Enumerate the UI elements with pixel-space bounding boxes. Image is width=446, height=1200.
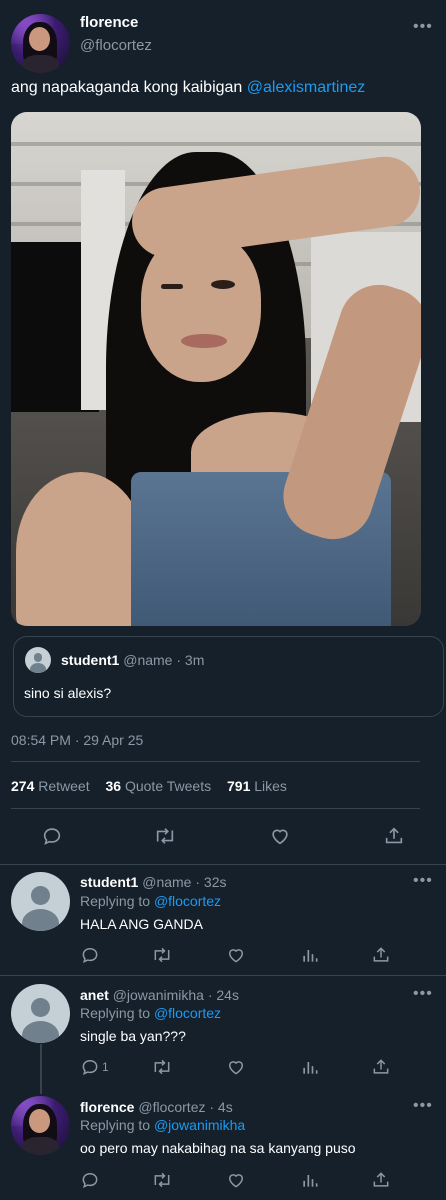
reply-text: HALA ANG GANDA (80, 916, 203, 932)
replying-mention[interactable]: @flocortez (154, 893, 221, 909)
reply-handle[interactable]: @flocortez (138, 1099, 205, 1115)
quoted-tweet[interactable]: student1 @name · 3m sino si alexis? (13, 636, 444, 717)
share-button[interactable] (371, 1170, 391, 1190)
retweet-button[interactable] (153, 825, 177, 847)
reply-button[interactable]: 1 (80, 1057, 109, 1077)
reply-time: · 32s (195, 874, 227, 890)
share-icon (373, 947, 389, 962)
author-handle[interactable]: @flocortez (80, 37, 152, 54)
reply-time: · 4s (209, 1099, 233, 1115)
analytics-button[interactable] (300, 1170, 320, 1190)
retweet-icon (156, 828, 174, 844)
likes-label: Likes (254, 778, 287, 794)
reply-button[interactable] (80, 945, 102, 965)
replying-prefix: Replying to (80, 893, 154, 909)
retweets-label: Retweet (38, 778, 90, 794)
tweet-photo[interactable] (11, 112, 421, 626)
replying-to: Replying to @flocortez (80, 1005, 221, 1021)
share-button[interactable] (371, 945, 391, 965)
reply-text: oo pero may nakabihag na sa kanyang puso (80, 1140, 356, 1156)
reply-time: · 24s (207, 987, 239, 1003)
quoted-avatar (25, 647, 51, 673)
reply-avatar[interactable] (11, 1096, 70, 1155)
quoted-handle: @name (123, 652, 173, 668)
replying-mention[interactable]: @jowanimikha (154, 1117, 245, 1133)
reply-count: 1 (102, 1060, 109, 1074)
reply-button[interactable] (41, 825, 63, 847)
like-icon (228, 1061, 244, 1075)
tweet-stats: 274 Retweet 36 Quote Tweets 791 Likes (11, 778, 287, 794)
reply-handle[interactable]: @jowanimikha (113, 987, 204, 1003)
replying-prefix: Replying to (80, 1005, 154, 1021)
more-horizontal-icon[interactable]: ••• (413, 1097, 433, 1115)
quotes-count: 36 (105, 778, 122, 794)
reply-display-name[interactable]: student1 (80, 874, 138, 890)
like-icon (228, 1174, 244, 1188)
retweet-button[interactable] (151, 1057, 173, 1077)
retweet-button[interactable] (151, 945, 173, 965)
reply-header: florence @flocortez · 4s (80, 1099, 233, 1115)
tweet-text-body: ang napakaganda kong kaibigan (11, 79, 247, 96)
reply-icon (82, 947, 98, 964)
analytics-button[interactable] (300, 1057, 320, 1077)
share-button[interactable] (371, 1057, 391, 1077)
like-button[interactable] (269, 825, 291, 847)
reply-text: single ba yan??? (80, 1028, 186, 1044)
analytics-button[interactable] (300, 945, 320, 965)
mention-link[interactable]: @alexismartinez (247, 79, 366, 96)
reply-avatar[interactable] (11, 984, 70, 1043)
reply-button[interactable] (80, 1170, 102, 1190)
quotes-stat[interactable]: 36 Quote Tweets (106, 778, 216, 794)
reply-handle[interactable]: @name (142, 874, 191, 890)
thread-connector (40, 1044, 42, 1094)
like-button[interactable] (226, 945, 246, 965)
like-icon (272, 829, 288, 845)
replying-to: Replying to @jowanimikha (80, 1117, 245, 1133)
like-icon (228, 949, 244, 963)
author-avatar[interactable] (11, 14, 70, 73)
analytics-icon (303, 1062, 318, 1074)
replying-prefix: Replying to (80, 1117, 154, 1133)
retweet-button[interactable] (151, 1170, 173, 1190)
retweet-icon (154, 1172, 170, 1188)
author-display-name[interactable]: florence (80, 14, 138, 31)
like-button[interactable] (226, 1170, 246, 1190)
replying-to: Replying to @flocortez (80, 893, 221, 909)
share-icon (373, 1172, 389, 1187)
analytics-icon (303, 950, 318, 962)
reply-avatar[interactable] (11, 872, 70, 931)
likes-stat[interactable]: 791 Likes (227, 778, 287, 794)
reply-icon (82, 1059, 98, 1076)
like-button[interactable] (226, 1057, 246, 1077)
tweet-timestamp[interactable]: 08:54 PM · 29 Apr 25 (11, 732, 143, 748)
divider (0, 975, 446, 976)
divider (11, 761, 420, 762)
retweet-icon (154, 1059, 170, 1075)
share-icon (373, 1059, 389, 1074)
analytics-icon (303, 1175, 318, 1187)
replying-mention[interactable]: @flocortez (154, 1005, 221, 1021)
divider (0, 864, 446, 865)
tweet-text: ang napakaganda kong kaibigan @alexismar… (11, 79, 365, 97)
reply-icon (43, 828, 61, 845)
retweets-stat[interactable]: 274 Retweet (11, 778, 94, 794)
reply-display-name[interactable]: anet (80, 987, 109, 1003)
divider (11, 808, 420, 809)
quoted-display-name: student1 (61, 652, 120, 668)
share-button[interactable] (383, 825, 405, 847)
retweets-count: 274 (11, 778, 35, 794)
more-horizontal-icon[interactable]: ••• (413, 18, 433, 36)
quoted-text: sino si alexis? (24, 685, 112, 701)
quotes-label: Quote Tweets (124, 778, 212, 794)
reply-icon (82, 1172, 98, 1189)
share-icon (385, 827, 403, 844)
retweet-icon (154, 947, 170, 963)
quoted-time: · 3m (176, 652, 205, 668)
reply-header: anet @jowanimikha · 24s (80, 987, 239, 1003)
likes-count: 791 (227, 778, 251, 794)
more-horizontal-icon[interactable]: ••• (413, 872, 433, 890)
reply-display-name[interactable]: florence (80, 1099, 134, 1115)
reply-header: student1 @name · 32s (80, 874, 226, 890)
more-horizontal-icon[interactable]: ••• (413, 985, 433, 1003)
